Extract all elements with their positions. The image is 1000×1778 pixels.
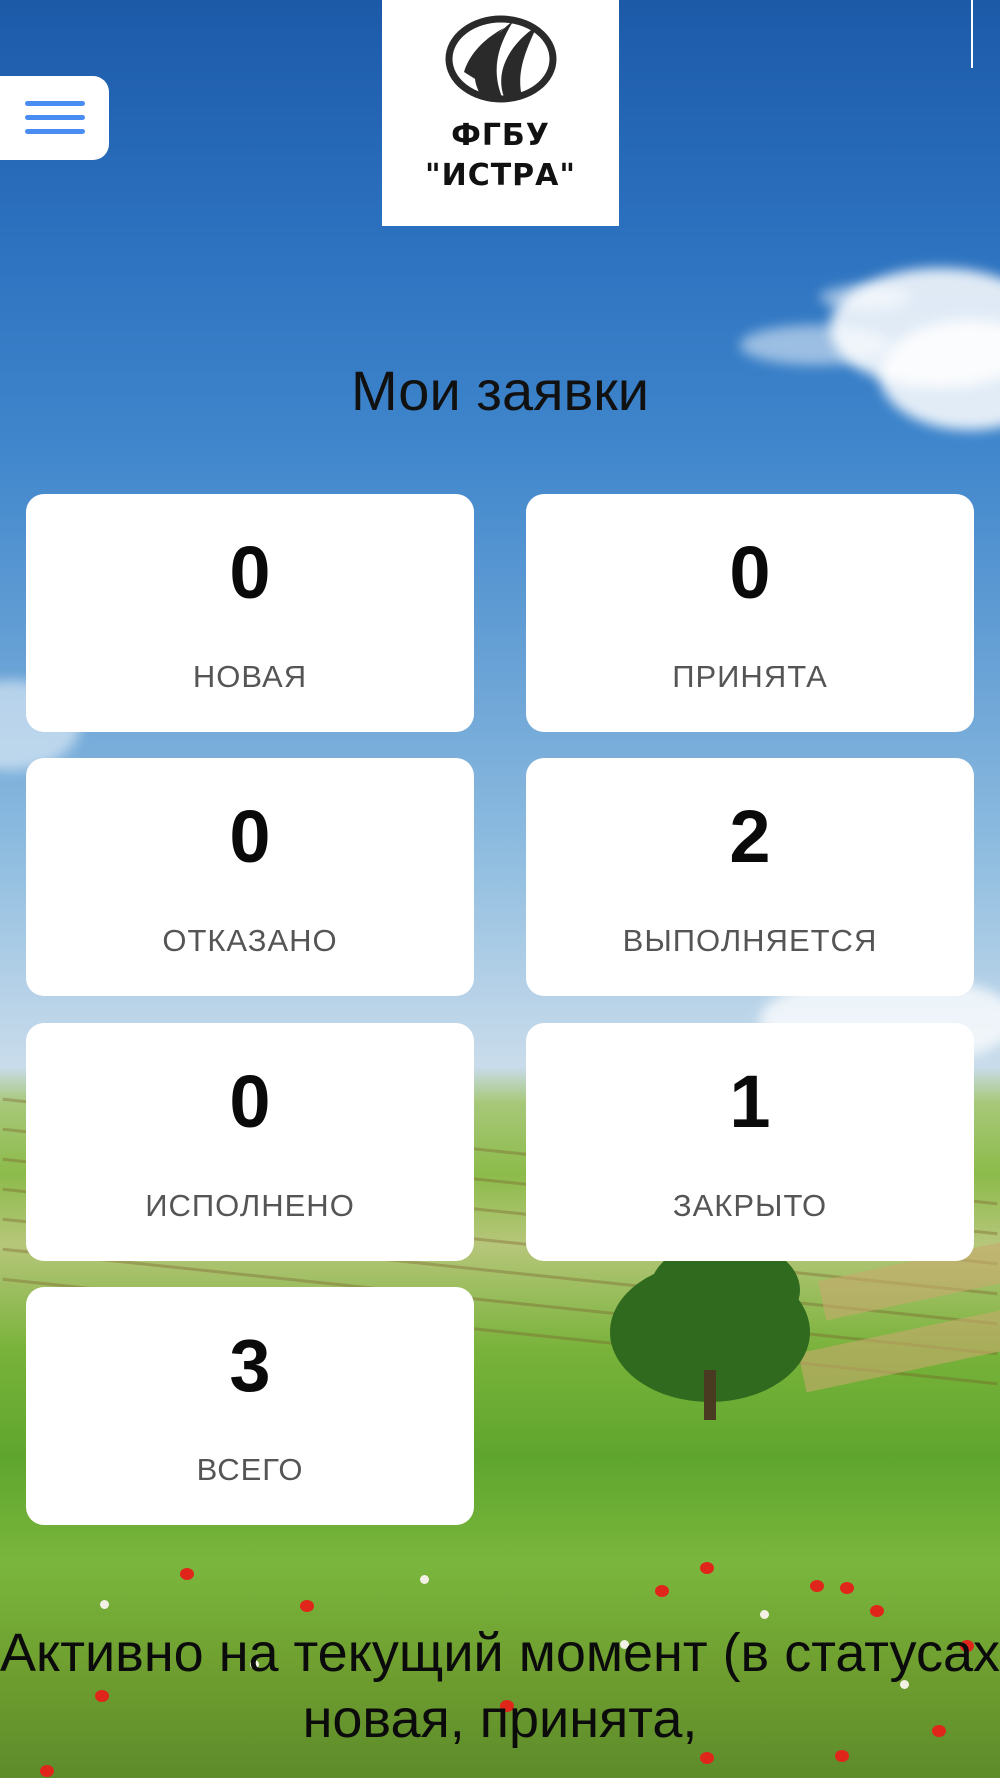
stat-card-total[interactable]: 3 ВСЕГО <box>26 1287 474 1525</box>
stat-count: 0 <box>229 531 271 614</box>
logo-text-line1: ФГБУ <box>451 118 550 153</box>
active-summary-text: Активно на текущий момент (в статусах но… <box>0 1623 1000 1749</box>
stat-count: 0 <box>229 795 271 878</box>
stat-label: ВЫПОЛНЯЕТСЯ <box>622 923 878 958</box>
page-title: Мои заявки <box>351 359 649 422</box>
logo: ФГБУ "ИСТРА" <box>382 0 619 226</box>
stat-card-rejected[interactable]: 0 ОТКАЗАНО <box>26 758 474 996</box>
logo-text-line2: "ИСТРА" <box>424 158 577 193</box>
stat-label: ВСЕГО <box>196 1452 304 1487</box>
stat-count: 0 <box>229 1060 271 1143</box>
stat-label: ОТКАЗАНО <box>162 923 338 958</box>
stat-label: ИСПОЛНЕНО <box>145 1188 355 1223</box>
stat-label: НОВАЯ <box>192 659 308 694</box>
stat-label: ПРИНЯТА <box>672 659 828 694</box>
stat-count: 0 <box>729 531 771 614</box>
menu-button[interactable] <box>0 76 109 160</box>
stat-count: 1 <box>729 1060 771 1143</box>
stat-label: ЗАКРЫТО <box>672 1188 828 1223</box>
divider <box>971 0 973 68</box>
stat-count: 2 <box>729 795 771 878</box>
stat-count: 3 <box>229 1324 271 1407</box>
stat-card-accepted[interactable]: 0 ПРИНЯТА <box>526 494 974 732</box>
stat-card-in-progress[interactable]: 2 ВЫПОЛНЯЕТСЯ <box>526 758 974 996</box>
stat-card-completed[interactable]: 0 ИСПОЛНЕНО <box>26 1023 474 1261</box>
stat-card-new[interactable]: 0 НОВАЯ <box>26 494 474 732</box>
flame-leaf-logo-icon <box>445 15 557 103</box>
stat-card-closed[interactable]: 1 ЗАКРЫТО <box>526 1023 974 1261</box>
